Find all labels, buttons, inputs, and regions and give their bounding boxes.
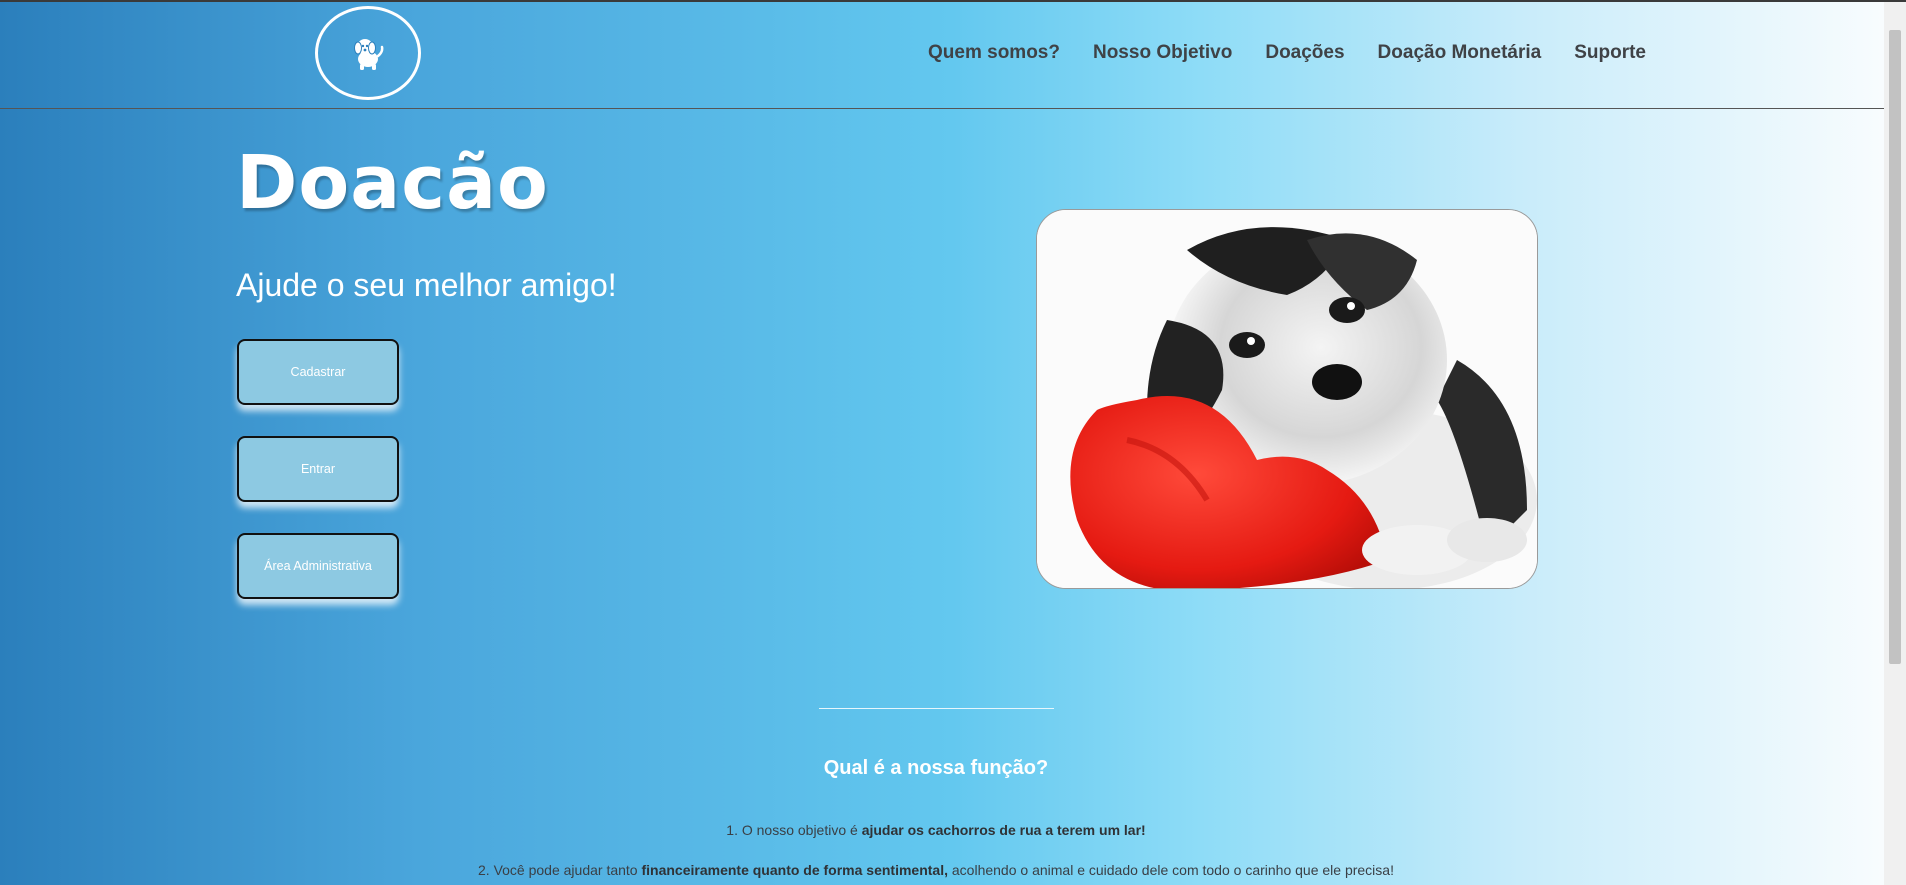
item-1-bold: ajudar os cachorros de rua a terem um la… [861,822,1146,838]
hero-title: Doacão [236,140,549,226]
objective-item-1: 1. O nosso objetivo é ajudar os cachorro… [0,822,1872,838]
item-1-text: 1. O nosso objetivo é [726,822,862,838]
item-2-bold: financeiramente quanto de forma sentimen… [641,862,948,878]
section-divider [819,708,1054,709]
admin-area-button[interactable]: Área Administrativa [237,533,399,599]
page: Quem somos? Nosso Objetivo Doações Doaçã… [0,0,1884,885]
section-title: Qual é a nossa função? [823,757,1049,779]
scrollbar-thumb[interactable] [1889,30,1901,664]
hero-subtitle: Ajude o seu melhor amigo! [236,267,617,303]
nav-doacoes[interactable]: Doações [1265,42,1344,64]
header-divider [0,108,1884,109]
puppy-with-heart-illustration [1037,210,1537,588]
nav-suporte[interactable]: Suporte [1574,42,1646,64]
puppy-photo [1036,209,1538,589]
item-2-text: 2. Você pode ajudar tanto [478,862,642,878]
nav-nosso-objetivo[interactable]: Nosso Objetivo [1093,42,1232,64]
item-2-suffix: acolhendo o animal e cuidado dele com to… [948,862,1394,878]
register-button[interactable]: Cadastrar [237,339,399,405]
nav-doacao-monetaria[interactable]: Doação Monetária [1378,42,1542,64]
dog-icon [354,39,384,70]
logo[interactable] [315,6,421,100]
vertical-scrollbar[interactable] [1884,2,1906,885]
objective-item-2: 2. Você pode ajudar tanto financeirament… [0,862,1872,878]
main-nav: Quem somos? Nosso Objetivo Doações Doaçã… [928,42,1679,64]
nav-quem-somos[interactable]: Quem somos? [928,42,1060,64]
login-button[interactable]: Entrar [237,436,399,502]
